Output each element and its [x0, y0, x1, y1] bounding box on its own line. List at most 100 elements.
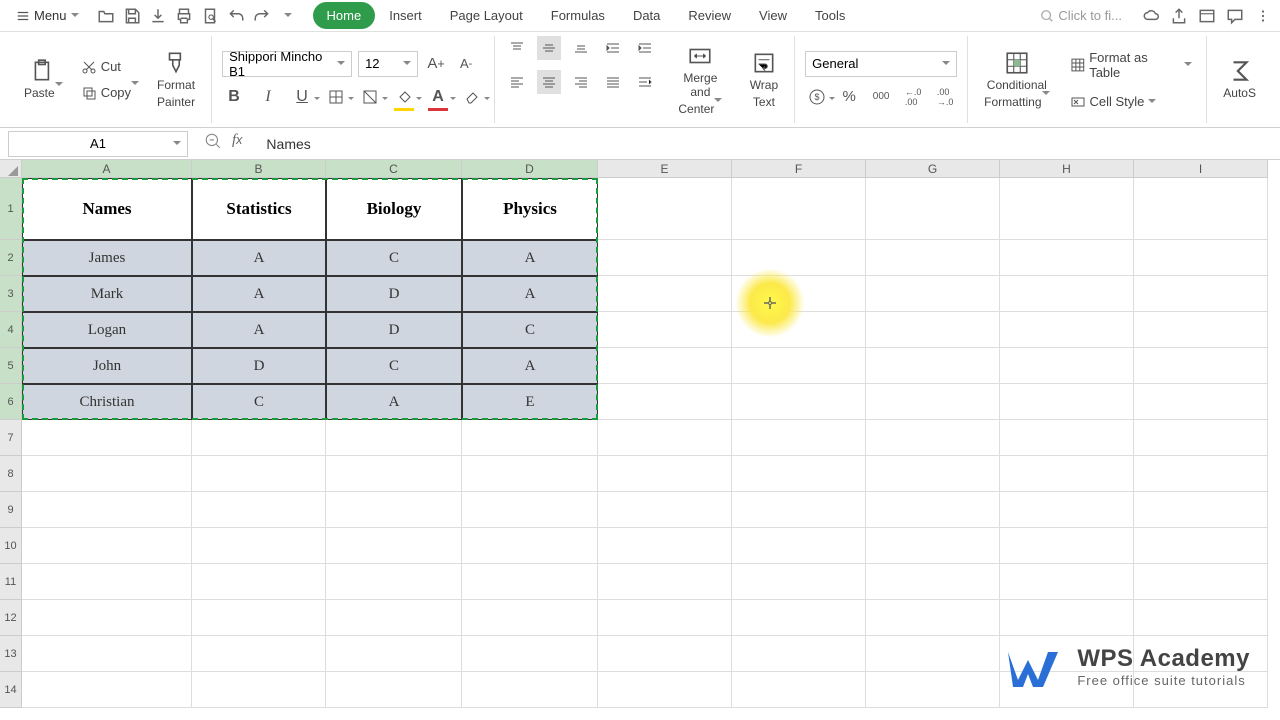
- cell-G2[interactable]: [866, 240, 1000, 276]
- align-right-icon[interactable]: [569, 70, 593, 94]
- row-header-2[interactable]: 2: [0, 240, 22, 276]
- decrease-indent-icon[interactable]: [601, 36, 625, 60]
- cell-D13[interactable]: [462, 636, 598, 672]
- cell-F10[interactable]: [732, 528, 866, 564]
- cell-D8[interactable]: [462, 456, 598, 492]
- cell-C3[interactable]: D: [326, 276, 462, 312]
- cell-G1[interactable]: [866, 178, 1000, 240]
- cell-H2[interactable]: [1000, 240, 1134, 276]
- cell-D3[interactable]: A: [462, 276, 598, 312]
- justify-icon[interactable]: [601, 70, 625, 94]
- cell-H8[interactable]: [1000, 456, 1134, 492]
- cell-E6[interactable]: [598, 384, 732, 420]
- cell-D11[interactable]: [462, 564, 598, 600]
- paste-button[interactable]: Paste: [18, 36, 69, 123]
- conditional-formatting-button[interactable]: Conditional Formatting: [978, 36, 1055, 123]
- cell-G6[interactable]: [866, 384, 1000, 420]
- fill-color-button[interactable]: [392, 85, 416, 109]
- tab-insert[interactable]: Insert: [375, 2, 436, 29]
- redo-icon[interactable]: [253, 7, 271, 25]
- cell-B13[interactable]: [192, 636, 326, 672]
- cell-D7[interactable]: [462, 420, 598, 456]
- cell-G11[interactable]: [866, 564, 1000, 600]
- cell-C10[interactable]: [326, 528, 462, 564]
- cell-B7[interactable]: [192, 420, 326, 456]
- cell-A3[interactable]: Mark: [22, 276, 192, 312]
- cell-B2[interactable]: A: [192, 240, 326, 276]
- row-header-11[interactable]: 11: [0, 564, 22, 600]
- cell-C6[interactable]: A: [326, 384, 462, 420]
- cell-A13[interactable]: [22, 636, 192, 672]
- col-header-C[interactable]: C: [326, 160, 462, 178]
- cell-B6[interactable]: C: [192, 384, 326, 420]
- cell-C13[interactable]: [326, 636, 462, 672]
- comma-button[interactable]: 000: [869, 85, 893, 109]
- col-header-A[interactable]: A: [22, 160, 192, 178]
- cell-A14[interactable]: [22, 672, 192, 708]
- align-middle-icon[interactable]: [537, 36, 561, 60]
- cell-I4[interactable]: [1134, 312, 1268, 348]
- print-icon[interactable]: [175, 7, 193, 25]
- cloud-icon[interactable]: [1142, 7, 1160, 25]
- export-icon[interactable]: [149, 7, 167, 25]
- cell-G14[interactable]: [866, 672, 1000, 708]
- cell-A7[interactable]: [22, 420, 192, 456]
- cell-B9[interactable]: [192, 492, 326, 528]
- cell-B3[interactable]: A: [192, 276, 326, 312]
- share-icon[interactable]: [1170, 7, 1188, 25]
- cell-C8[interactable]: [326, 456, 462, 492]
- cell-B12[interactable]: [192, 600, 326, 636]
- cell-G5[interactable]: [866, 348, 1000, 384]
- font-color-button[interactable]: A: [426, 85, 450, 109]
- cell-F14[interactable]: [732, 672, 866, 708]
- comment-icon[interactable]: [1226, 7, 1244, 25]
- save-icon[interactable]: [123, 7, 141, 25]
- format-painter-button[interactable]: Format Painter: [151, 36, 201, 123]
- cell-I2[interactable]: [1134, 240, 1268, 276]
- cell-B10[interactable]: [192, 528, 326, 564]
- cell-D2[interactable]: A: [462, 240, 598, 276]
- cell-E14[interactable]: [598, 672, 732, 708]
- tab-view[interactable]: View: [745, 2, 801, 29]
- tab-data[interactable]: Data: [619, 2, 674, 29]
- cell-D6[interactable]: E: [462, 384, 598, 420]
- cell-B5[interactable]: D: [192, 348, 326, 384]
- cell-I9[interactable]: [1134, 492, 1268, 528]
- cell-E2[interactable]: [598, 240, 732, 276]
- format-as-table-button[interactable]: Format as Table: [1066, 48, 1197, 82]
- select-all-corner[interactable]: [0, 160, 22, 178]
- cell-F12[interactable]: [732, 600, 866, 636]
- cell-E9[interactable]: [598, 492, 732, 528]
- align-top-icon[interactable]: [505, 36, 529, 60]
- row-header-3[interactable]: 3: [0, 276, 22, 312]
- cell-A10[interactable]: [22, 528, 192, 564]
- undo-icon[interactable]: [227, 7, 245, 25]
- col-header-H[interactable]: H: [1000, 160, 1134, 178]
- tab-home[interactable]: Home: [313, 2, 376, 29]
- cell-B14[interactable]: [192, 672, 326, 708]
- formula-input[interactable]: Names: [258, 136, 1280, 152]
- cell-A12[interactable]: [22, 600, 192, 636]
- cell-F13[interactable]: [732, 636, 866, 672]
- cell-C5[interactable]: C: [326, 348, 462, 384]
- cell-C2[interactable]: C: [326, 240, 462, 276]
- cell-A1[interactable]: Names: [22, 178, 192, 240]
- col-header-G[interactable]: G: [866, 160, 1000, 178]
- cell-H3[interactable]: [1000, 276, 1134, 312]
- align-left-icon[interactable]: [505, 70, 529, 94]
- cell-E3[interactable]: [598, 276, 732, 312]
- cell-H10[interactable]: [1000, 528, 1134, 564]
- print-preview-icon[interactable]: [201, 7, 219, 25]
- cell-G4[interactable]: [866, 312, 1000, 348]
- menu-button[interactable]: Menu: [8, 4, 87, 27]
- currency-button[interactable]: $: [805, 85, 829, 109]
- search-box[interactable]: Click to fi...: [1032, 8, 1130, 23]
- cell-G13[interactable]: [866, 636, 1000, 672]
- cell-G7[interactable]: [866, 420, 1000, 456]
- bold-button[interactable]: B: [222, 85, 246, 109]
- cell-H5[interactable]: [1000, 348, 1134, 384]
- cell-I6[interactable]: [1134, 384, 1268, 420]
- cell-E13[interactable]: [598, 636, 732, 672]
- cell-I10[interactable]: [1134, 528, 1268, 564]
- cell-D9[interactable]: [462, 492, 598, 528]
